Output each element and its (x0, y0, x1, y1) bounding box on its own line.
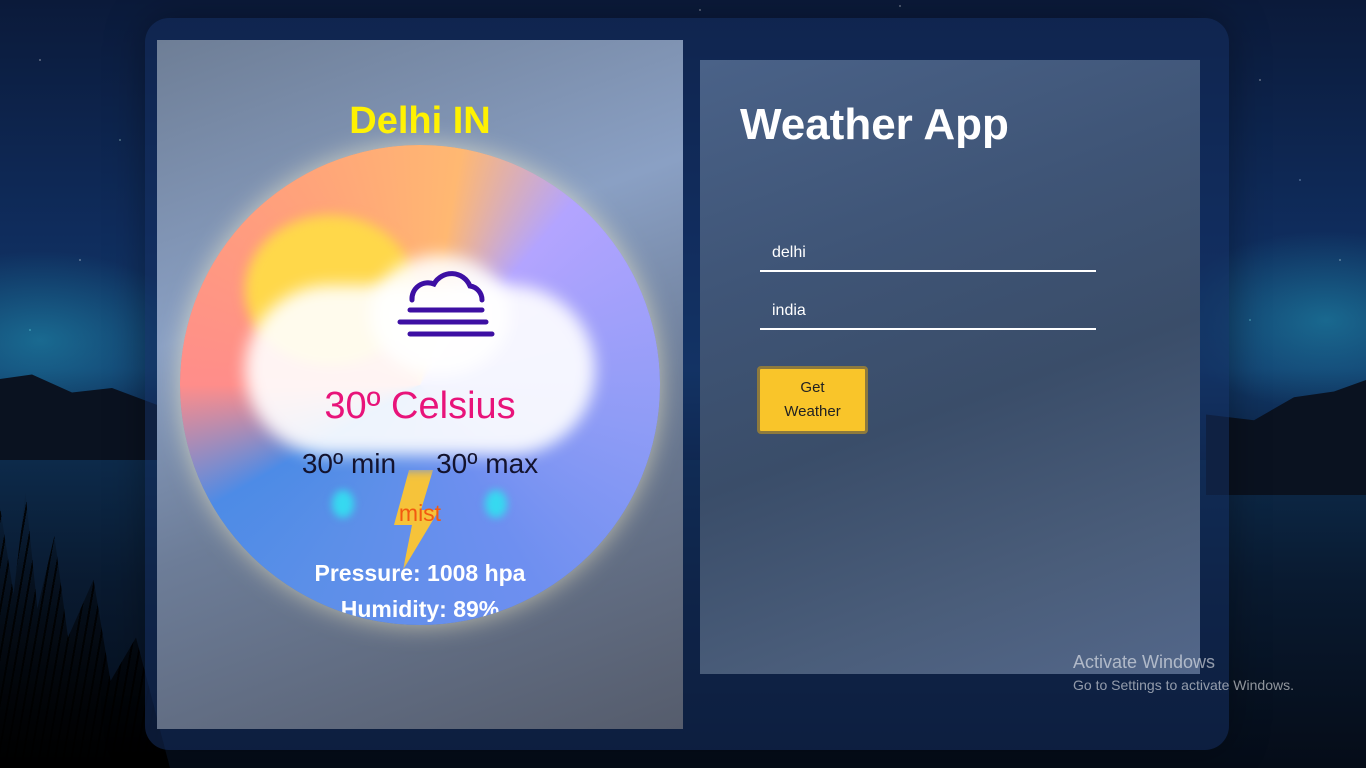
activate-windows-watermark: Activate Windows Go to Settings to activ… (1073, 652, 1294, 693)
city-heading: Delhi IN (349, 100, 491, 142)
max-temperature: 30º max (436, 448, 539, 479)
fog-icon (397, 271, 495, 337)
get-weather-button[interactable]: Get Weather (757, 366, 868, 434)
watermark-title: Activate Windows (1073, 652, 1216, 672)
weather-result-panel: Delhi IN 30º Celsius 30º min 30º max mis… (157, 40, 683, 729)
city-input[interactable] (760, 236, 1096, 272)
weather-description: mist (398, 500, 442, 526)
min-max-temperature: 30º min 30º max (180, 448, 660, 480)
humidity-value: Humidity: 89% (340, 596, 500, 622)
weather-illustration: 30º Celsius 30º min 30º max mist Pressur… (180, 145, 660, 625)
search-form-panel: Weather App Get Weather (700, 60, 1200, 674)
pressure-value: Pressure: 1008 hpa (314, 560, 526, 586)
app-title: Weather App (740, 100, 1009, 149)
min-temperature: 30º min (301, 448, 397, 479)
temperature-value: 30º Celsius (324, 385, 516, 427)
country-input[interactable] (760, 294, 1096, 330)
watermark-subtitle: Go to Settings to activate Windows. (1073, 677, 1294, 693)
